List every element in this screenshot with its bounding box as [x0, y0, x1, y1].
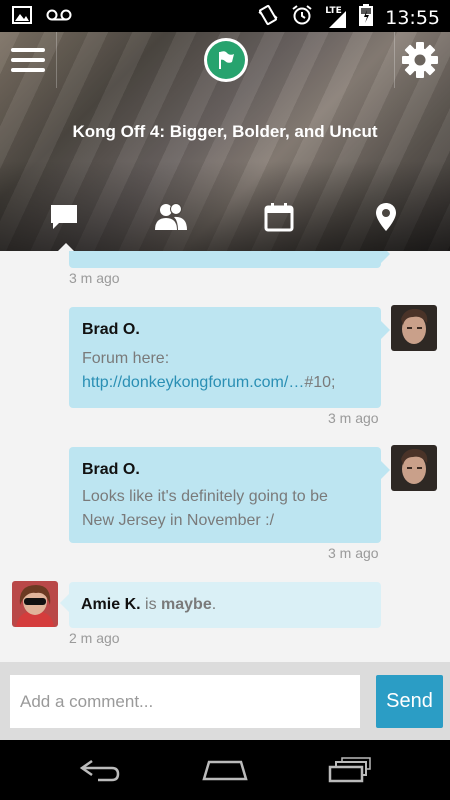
event-title: Kong Off 4: Bigger, Bolder, and Uncut — [72, 122, 378, 141]
hamburger-menu-icon[interactable] — [0, 32, 56, 88]
message-bubble-partial — [69, 251, 390, 268]
status-bar: LTE 13:55 — [0, 0, 450, 32]
avatar[interactable] — [391, 305, 437, 351]
message-timestamp: 3 m ago — [69, 270, 120, 286]
message-link-line: http://donkeykongforum.com/…#10; — [82, 371, 335, 395]
message-text: Forum here: — [82, 350, 170, 367]
calendar-icon — [264, 203, 294, 232]
send-button[interactable]: Send — [376, 675, 443, 728]
message-timestamp: 2 m ago — [69, 630, 120, 646]
rsvp-status: maybe — [161, 596, 212, 613]
message-author: Brad O. — [82, 461, 140, 478]
rsvp-text: Amie K. is maybe. — [81, 596, 216, 614]
tab-people[interactable] — [141, 192, 201, 242]
forum-link[interactable]: http://donkeykongforum.com/… — [82, 374, 304, 391]
flag-icon[interactable] — [204, 38, 248, 82]
message-author: Brad O. — [82, 321, 140, 338]
image-icon — [12, 6, 32, 29]
voicemail-icon — [46, 8, 72, 27]
tab-calendar[interactable] — [249, 192, 309, 242]
battery-icon — [359, 4, 374, 31]
chat-bubble-icon — [51, 205, 77, 229]
message-text: New Jersey in November :/ — [82, 512, 275, 529]
rsvp-period: . — [211, 596, 217, 613]
header-divider — [394, 32, 395, 88]
avatar[interactable] — [12, 581, 58, 627]
message-timestamp: 3 m ago — [328, 410, 379, 426]
comment-composer: Send — [0, 662, 450, 740]
event-tabs — [0, 192, 450, 251]
people-icon — [155, 203, 187, 230]
link-suffix: #10; — [304, 374, 336, 391]
vibrate-icon — [257, 4, 279, 31]
location-pin-icon — [376, 203, 396, 231]
event-header: Kong Off 4: Bigger, Bolder, and Uncut — [0, 32, 450, 251]
message-list[interactable]: 3 m ago Brad O. Forum here: http://donke… — [0, 251, 450, 662]
rsvp-bubble[interactable]: Amie K. is maybe. — [60, 582, 381, 628]
message-bubble[interactable]: Brad O. Looks like it's definitely going… — [69, 447, 390, 543]
comment-input[interactable] — [10, 675, 360, 728]
home-icon[interactable] — [195, 750, 255, 790]
clock: 13:55 — [385, 6, 440, 29]
message-text: Looks like it's definitely going to be — [82, 488, 328, 505]
message-bubble[interactable]: Brad O. Forum here: http://donkeykongfor… — [69, 307, 390, 408]
system-nav-bar — [0, 740, 450, 800]
back-icon[interactable] — [70, 750, 130, 790]
tab-chat[interactable] — [34, 192, 94, 242]
recent-apps-icon[interactable] — [320, 750, 380, 790]
message-timestamp: 3 m ago — [328, 545, 379, 561]
gear-icon[interactable] — [400, 40, 440, 80]
selected-tab-indicator — [57, 243, 75, 251]
alarm-icon — [291, 4, 313, 31]
tab-location[interactable] — [356, 192, 416, 242]
avatar[interactable] — [391, 445, 437, 491]
signal-icon: LTE — [325, 6, 347, 29]
header-divider — [56, 32, 57, 88]
rsvp-author: Amie K. — [81, 596, 141, 613]
rsvp-verb: is — [140, 596, 162, 613]
